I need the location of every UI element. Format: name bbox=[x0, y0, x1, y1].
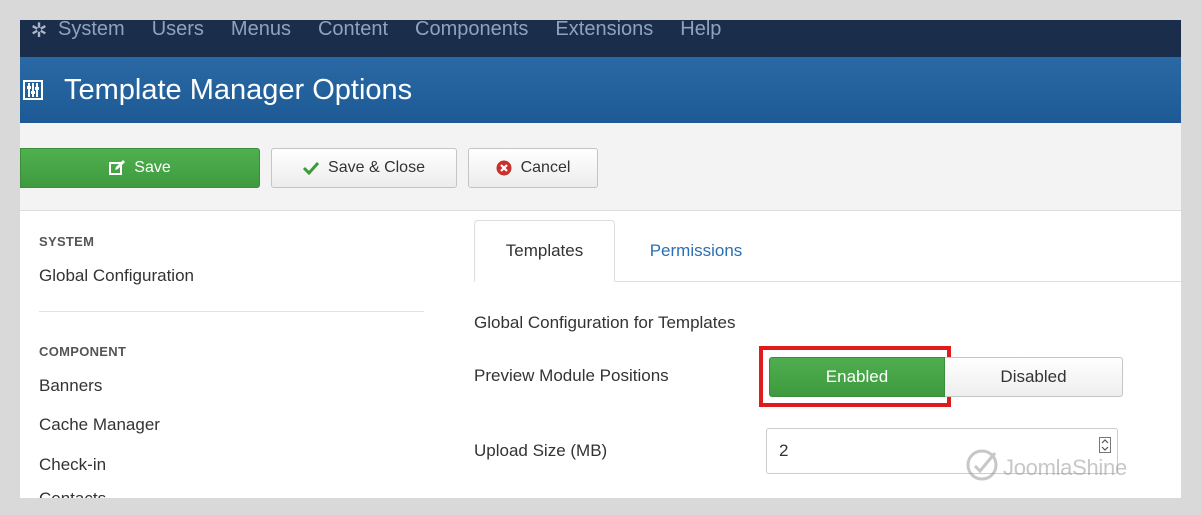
app-window: ✲ System Users Menus Content Components … bbox=[20, 20, 1181, 498]
sidebar-item-banners[interactable]: Banners bbox=[39, 376, 102, 396]
edit-icon bbox=[109, 160, 126, 176]
sidebar-item-check-in[interactable]: Check-in bbox=[39, 455, 106, 475]
sidebar-item-global-configuration[interactable]: Global Configuration bbox=[39, 266, 194, 286]
sliders-icon bbox=[22, 79, 44, 101]
tab-bar: Templates Permissions bbox=[474, 220, 1181, 282]
preview-module-positions-label: Preview Module Positions bbox=[474, 366, 669, 385]
sidebar-item-cache-manager[interactable]: Cache Manager bbox=[39, 415, 160, 435]
sidebar-divider bbox=[39, 311, 424, 312]
watermark-text: JoomlaShine bbox=[1003, 454, 1127, 480]
save-button[interactable]: Save bbox=[20, 148, 260, 188]
menu-content[interactable]: Content bbox=[318, 20, 388, 41]
save-close-label: Save & Close bbox=[328, 159, 425, 176]
cancel-label: Cancel bbox=[520, 159, 571, 176]
menu-extensions[interactable]: Extensions bbox=[555, 20, 653, 41]
sidebar-heading-system: SYSTEM bbox=[39, 234, 95, 249]
page-title: Template Manager Options bbox=[64, 73, 413, 106]
check-icon bbox=[303, 161, 320, 175]
joomla-icon[interactable]: ✲ bbox=[20, 20, 58, 44]
menu-users[interactable]: Users bbox=[152, 20, 204, 41]
toolbar: Save Save & Close Cancel bbox=[20, 123, 1181, 211]
upload-size-label: Upload Size (MB) bbox=[474, 441, 608, 460]
tab-permissions[interactable]: Permissions bbox=[626, 220, 766, 281]
menu-components[interactable]: Components bbox=[415, 20, 528, 41]
menu-system[interactable]: System bbox=[58, 20, 125, 41]
menu-menus[interactable]: Menus bbox=[231, 20, 291, 41]
top-navigation: ✲ System Users Menus Content Components … bbox=[20, 20, 1181, 57]
cancel-button[interactable]: Cancel bbox=[468, 148, 598, 188]
upload-size-value: 2 bbox=[779, 441, 789, 460]
menu-help[interactable]: Help bbox=[680, 20, 721, 41]
watermark: JoomlaShine bbox=[965, 448, 1127, 487]
sidebar-heading-component: COMPONENT bbox=[39, 344, 127, 359]
save-close-button[interactable]: Save & Close bbox=[271, 148, 457, 188]
save-label: Save bbox=[134, 159, 171, 176]
cancel-icon bbox=[496, 160, 512, 176]
section-title: Global Configuration for Templates bbox=[474, 313, 736, 332]
page-header: Template Manager Options bbox=[20, 57, 1181, 123]
enabled-toggle-button[interactable]: Enabled bbox=[769, 357, 945, 397]
sidebar-item-contacts[interactable]: Contacts bbox=[39, 489, 106, 498]
joomlashine-logo-icon bbox=[965, 448, 999, 487]
tab-templates[interactable]: Templates bbox=[474, 220, 615, 282]
disabled-toggle-button[interactable]: Disabled bbox=[945, 357, 1123, 397]
